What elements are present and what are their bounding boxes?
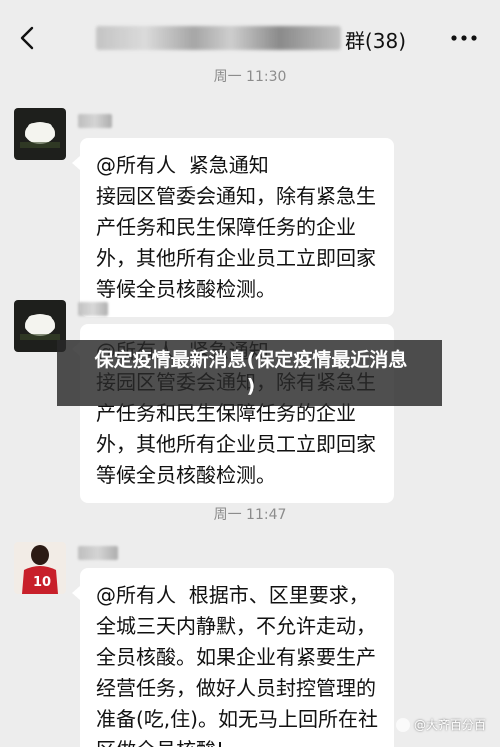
message-bubble[interactable]: @所有人 根据市、区里要求，全城三天内静默，不允许走动，全员核酸。如果企业有紧要… — [72, 568, 394, 747]
more-button[interactable] — [448, 24, 480, 52]
chat-title: 群(38) — [96, 24, 406, 54]
svg-text:10: 10 — [33, 575, 51, 590]
chat-title-text: 群(38) — [344, 28, 406, 53]
top-nav-bar: 群(38) — [0, 0, 500, 72]
watermark-logo-icon — [395, 717, 410, 732]
sender-avatar[interactable] — [14, 108, 66, 160]
sender-avatar[interactable]: 10 — [14, 542, 66, 594]
watermark: @大齐百分百 — [395, 716, 486, 733]
message-bubble[interactable]: @所有人 紧急通知 接园区管委会通知，除有紧急生产任务和民生保障任务的企业外，其… — [72, 138, 394, 317]
more-dots-icon — [451, 35, 477, 41]
overlay-line-2: ) — [246, 375, 256, 397]
back-button[interactable] — [14, 24, 42, 52]
basketball-player-avatar-icon: 10 — [14, 542, 66, 594]
message-timestamp: 周一 11:30 — [213, 69, 287, 85]
message-text: @所有人 根据市、区里要求，全城三天内静默，不允许走动，全员核酸。如果企业有紧要… — [96, 583, 378, 747]
message-timestamp: 周一 11:47 — [213, 507, 287, 523]
article-title-overlay: 保定疫情最新消息(保定疫情最近消息 ) — [66, 347, 436, 399]
overlay-line-1: 保定疫情最新消息(保定疫情最近消息 — [94, 349, 408, 371]
watermark-text: @大齐百分百 — [413, 718, 486, 732]
blurred-sender-name — [78, 546, 118, 560]
message-text: @所有人 紧急通知 接园区管委会通知，除有紧急生产任务和民生保障任务的企业外，其… — [96, 153, 376, 301]
white-flower-avatar-icon — [14, 108, 66, 160]
blurred-sender-name — [78, 302, 108, 316]
chevron-left-icon — [20, 26, 34, 50]
blurred-sender-name — [78, 114, 112, 128]
